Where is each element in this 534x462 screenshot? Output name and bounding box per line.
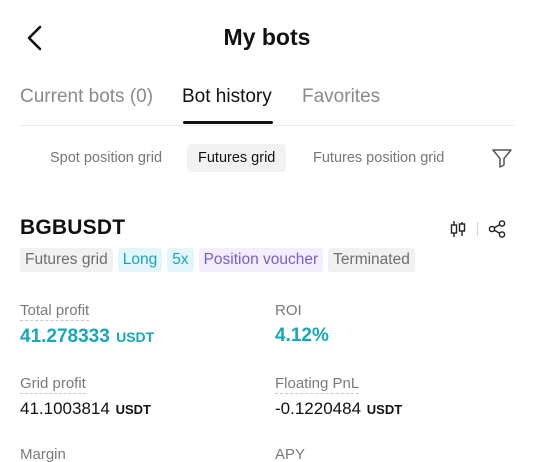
stat-margin: Margin (20, 446, 66, 462)
stat-label[interactable]: Total profit (20, 302, 90, 321)
bot-pair: BGBUSDT (20, 216, 126, 239)
tab-bot-history[interactable]: Bot history (182, 86, 272, 108)
stat-label[interactable]: Margin (20, 446, 66, 462)
stat-value: -0.1220484 USDT (275, 399, 403, 418)
card-actions (447, 218, 508, 240)
stat-grid-profit: Grid profit 41.1003814 USDT (20, 375, 151, 419)
stat-total-profit: Total profit 41.278333 USDT (20, 302, 154, 348)
stat-label: APY (275, 446, 306, 462)
stat-floating-pnl: Floating PnL -0.1220484 USDT (275, 375, 402, 419)
chart-button[interactable] (447, 218, 469, 240)
stat-value: 41.1003814 USDT (20, 399, 151, 418)
tag-status: Terminated (328, 248, 415, 272)
tab-current-bots[interactable]: Current bots (0) (20, 86, 153, 108)
stat-value: 4.12% (275, 325, 329, 346)
tab-favorites[interactable]: Favorites (302, 86, 380, 108)
stat-label[interactable]: Floating PnL (275, 375, 360, 394)
stat-label[interactable]: Grid profit (20, 375, 86, 394)
subtab-futures-grid[interactable]: Futures grid (187, 144, 287, 172)
icon-divider (477, 222, 478, 236)
bot-tabs: Current bots (0) Bot history Favorites (20, 76, 514, 126)
stat-label: ROI (275, 302, 302, 319)
filter-button[interactable] (490, 146, 514, 170)
share-icon (488, 220, 506, 238)
tag-bot-type: Futures grid (20, 248, 113, 272)
subtab-spot-position-grid[interactable]: Spot position grid (39, 144, 173, 172)
active-tab-indicator (183, 121, 273, 124)
bot-tags: Futures grid Long 5x Position voucher Te… (20, 248, 415, 272)
subtab-futures-position-grid[interactable]: Futures position grid (302, 144, 455, 172)
filter-icon (492, 149, 512, 168)
tag-leverage: 5x (167, 248, 194, 272)
tag-direction: Long (117, 248, 163, 272)
stat-value: 41.278333 USDT (20, 326, 155, 347)
page-title: My bots (223, 24, 311, 50)
stat-apy: APY (275, 446, 305, 462)
tag-position-voucher: Position voucher (198, 248, 324, 272)
bot-type-filter: Spot position grid Futures grid Futures … (0, 142, 534, 174)
candlestick-icon (450, 221, 466, 237)
stat-roi: ROI 4.12% (275, 302, 329, 347)
header: My bots (0, 0, 534, 76)
share-button[interactable] (486, 218, 508, 240)
bot-card[interactable]: BGBUSDT Futures grid Long 5x Position vo… (0, 200, 534, 462)
